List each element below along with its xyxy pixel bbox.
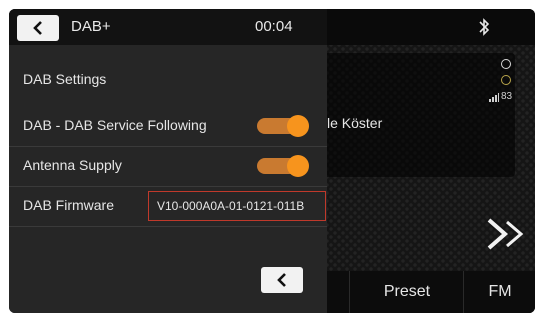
- next-icon[interactable]: [483, 214, 531, 254]
- signal-strength-icon: [489, 93, 499, 102]
- clock: 00:04: [255, 18, 293, 35]
- bottom-button-bar: Preset FM: [327, 271, 535, 313]
- dab-settings-panel: DAB+ 00:04 DAB Settings DAB - DAB Servic…: [9, 9, 327, 313]
- chevron-left-icon: [33, 21, 42, 35]
- setting-row-antenna-supply[interactable]: Antenna Supply: [9, 146, 327, 187]
- chevron-left-icon: [277, 273, 286, 287]
- fm-button[interactable]: FM: [463, 271, 535, 313]
- setting-label: DAB Firmware: [23, 197, 115, 213]
- setting-label: DAB - DAB Service Following: [23, 117, 207, 133]
- dab-service-following-toggle[interactable]: [257, 115, 309, 137]
- antenna-supply-toggle[interactable]: [257, 155, 309, 177]
- section-title: DAB Settings: [23, 71, 107, 87]
- back-button[interactable]: [17, 15, 59, 41]
- toggle-knob: [287, 155, 309, 177]
- panel-header: DAB+ 00:04: [9, 9, 327, 45]
- firmware-version: V10-000A0A-01-0121-011B: [157, 199, 305, 213]
- signal-level: 83: [501, 91, 513, 102]
- indicator-dot-icon: [501, 59, 511, 69]
- bluetooth-icon: [479, 18, 490, 36]
- signal-strength: 83: [489, 91, 512, 102]
- artist-name: le Köster: [327, 115, 383, 131]
- head-unit-screen: 83 le Köster Preset FM DAB+ 00:04 DAB Se…: [9, 9, 535, 313]
- preset-button[interactable]: Preset: [349, 271, 464, 313]
- toggle-knob: [287, 115, 309, 137]
- firmware-highlight-box: V10-000A0A-01-0121-011B: [148, 191, 326, 221]
- radio-background: 83 le Köster Preset FM: [327, 9, 535, 313]
- setting-label: Antenna Supply: [23, 157, 122, 173]
- status-bar: [327, 9, 535, 45]
- indicator-dot-icon: [501, 75, 511, 85]
- station-info-panel: 83 le Köster: [327, 53, 515, 177]
- setting-row-dab-service-following[interactable]: DAB - DAB Service Following: [9, 106, 327, 147]
- setting-row-dab-firmware: DAB Firmware V10-000A0A-01-0121-011B: [9, 186, 327, 227]
- page-title: DAB+: [71, 18, 111, 35]
- back-button-bottom[interactable]: [261, 267, 303, 293]
